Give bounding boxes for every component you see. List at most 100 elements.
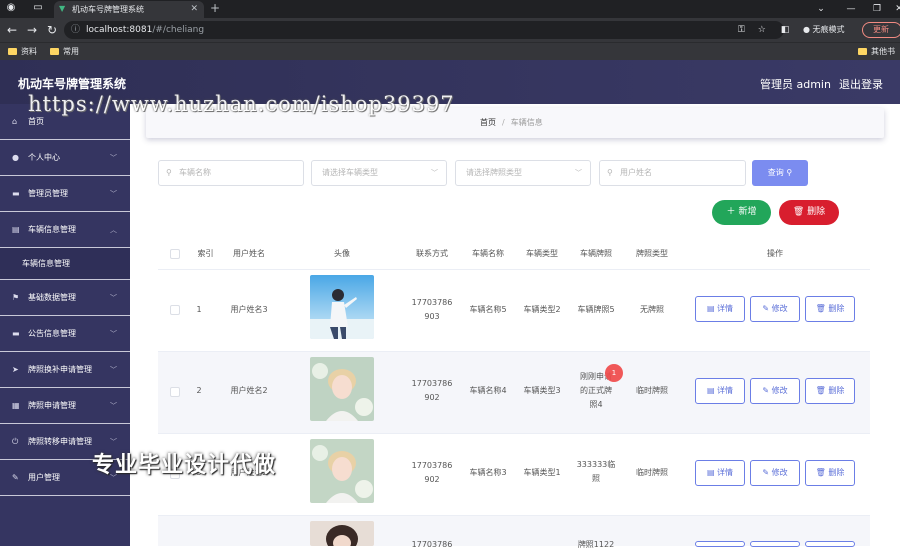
plus-icon: ＋ — [726, 207, 736, 217]
browser-tab-title: 机动车号牌管理系统 — [72, 5, 144, 14]
vehicle-name-search-input[interactable]: ⚲ 车辆名称 — [158, 160, 304, 186]
sidebar-item-label: 基础数据管理 — [28, 293, 76, 302]
chat-icon: ▤ — [12, 225, 20, 234]
detail-button[interactable]: ▤ 详情 — [695, 296, 745, 322]
plate-type-select[interactable]: 请选择牌照类型 ﹀ — [455, 160, 591, 186]
pen-icon: ✎ — [12, 473, 19, 482]
row-checkbox[interactable] — [170, 305, 180, 315]
reload-icon[interactable]: ↻ — [44, 22, 60, 38]
new-tab-icon[interactable]: + — [210, 0, 220, 17]
cell-plate: 车辆牌照5 — [577, 305, 615, 314]
row-checkbox[interactable] — [170, 387, 180, 397]
trash-icon: 🗑 — [792, 207, 805, 217]
cell-vehicle-type: 车辆类型1 — [523, 468, 561, 477]
edit-button[interactable]: ✎ 修改 — [750, 378, 800, 404]
tab-close-icon[interactable]: ✕ — [190, 1, 198, 18]
browser-toolbar: ← → ↻ ⓘ localhost:8081/#/cheliang ⚿ ☆ ◧ … — [0, 18, 900, 42]
cell-plate-type: 临时牌照 — [636, 386, 668, 395]
sidebar-item-plate-replace[interactable]: ➤ 牌照换补申请管理 ﹀ — [0, 352, 130, 388]
vehicle-type-select[interactable]: 请选择车辆类型 ﹀ — [311, 160, 447, 186]
address-bar[interactable]: ⓘ localhost:8081/#/cheliang — [64, 21, 784, 39]
bookmark-folder-ziliao[interactable]: 资料 — [8, 43, 37, 60]
sidebar-item-vehicles[interactable]: ▤ 车辆信息管理 ︿ — [0, 212, 130, 248]
click-indicator: 1 — [605, 364, 623, 382]
send-icon: ➤ — [12, 365, 19, 374]
browser-tab[interactable]: ▼ 机动车号牌管理系统 ✕ — [54, 1, 204, 18]
avatar-image — [310, 439, 374, 503]
query-button[interactable]: 查询 ⚲ — [752, 160, 808, 186]
sidebar-item-label: 牌照换补申请管理 — [28, 365, 92, 374]
sidebar-item-announcements[interactable]: ▬ 公告信息管理 ﹀ — [0, 316, 130, 352]
sidebar-item-profile[interactable]: ● 个人中心 ﹀ — [0, 140, 130, 176]
key-icon[interactable]: ⚿ — [738, 25, 745, 35]
table-row: 1 用户姓名3 17703786 903 车辆名称5 车辆类型2 车辆牌照5 无… — [158, 270, 870, 352]
edit-button[interactable]: ✎ 修改 — [750, 296, 800, 322]
breadcrumb-separator: / — [502, 118, 505, 127]
sidebar-item-label: 个人中心 — [28, 153, 60, 162]
delete-button[interactable]: 🗑 删除 — [805, 296, 855, 322]
back-icon[interactable]: ← — [4, 22, 20, 38]
detail-label: 详情 — [717, 468, 734, 477]
th-avatar: 头像 — [334, 249, 350, 258]
forward-icon[interactable]: → — [24, 22, 40, 38]
logout-link[interactable]: 退出登录 — [839, 76, 883, 92]
cell-plate-type: 无牌照 — [640, 305, 664, 314]
chevron-down-icon: ﹀ — [110, 294, 117, 302]
avatar — [310, 439, 374, 503]
detail-button[interactable] — [695, 541, 745, 547]
edit-button[interactable]: ✎ 修改 — [750, 460, 800, 486]
user-name-search-input[interactable]: ⚲ 用户姓名 — [599, 160, 746, 186]
url-path: /#/cheliang — [152, 25, 205, 35]
chevron-down-icon: ﹀ — [431, 169, 438, 177]
cell-phone: 17703786 902 — [406, 459, 458, 487]
delete-label: 删除 — [828, 304, 845, 313]
select-all-checkbox[interactable] — [170, 249, 180, 259]
site-info-icon[interactable]: ⓘ — [71, 21, 80, 39]
sidebar-item-label: 牌照申请管理 — [28, 401, 76, 410]
vehicle-name-placeholder: 车辆名称 — [179, 168, 211, 177]
add-button[interactable]: ＋ 新增 — [712, 200, 771, 225]
detail-button[interactable]: ▤ 详情 — [695, 378, 745, 404]
sidebar-item-basic-data[interactable]: ⚑ 基础数据管理 ﹀ — [0, 280, 130, 316]
sidepanel-icon[interactable]: ◧ — [781, 25, 790, 35]
chevron-up-icon: ︿ — [110, 226, 117, 234]
app-title: 机动车号牌管理系统 — [18, 77, 127, 91]
delete-button[interactable]: 🗑 删除 — [805, 460, 855, 486]
tab-search-icon[interactable]: ▭ — [32, 2, 44, 14]
table-row: 17703786 牌照1122 — [158, 516, 870, 549]
cell-phone: 17703786 — [411, 540, 453, 549]
chevron-down-icon: ﹀ — [575, 169, 582, 177]
edit-label: 修改 — [771, 304, 788, 313]
detail-button[interactable]: ▤ 详情 — [695, 460, 745, 486]
chevron-down-icon[interactable]: ⌄ — [806, 0, 836, 18]
incognito-indicator[interactable]: ● 无痕模式 — [803, 21, 845, 39]
sidebar-item-admins[interactable]: ▬ 管理员管理 ﹀ — [0, 176, 130, 212]
chevron-down-icon: ﹀ — [110, 366, 117, 374]
sidebar-subitem-vehicle-info[interactable]: 车辆信息管理 — [0, 248, 130, 280]
delete-button[interactable] — [805, 541, 855, 547]
delete-button[interactable]: 🗑 删除 — [805, 378, 855, 404]
query-label: 查询 — [767, 168, 784, 177]
close-window-icon[interactable]: ✕ — [884, 0, 900, 18]
edit-icon: ✎ — [762, 304, 770, 313]
browser-tab-strip: ◉ ▭ ▼ 机动车号牌管理系统 ✕ + ⌄ — ❐ ✕ — [0, 0, 900, 18]
sidebar-item-plate-apply[interactable]: ▦ 牌照申请管理 ﹀ — [0, 388, 130, 424]
breadcrumb-home[interactable]: 首页 — [480, 118, 496, 127]
th-index: 索引 — [197, 249, 214, 258]
search-icon: ⚲ — [607, 168, 613, 177]
star-icon[interactable]: ☆ — [758, 25, 766, 35]
chevron-down-icon: ﹀ — [110, 330, 117, 338]
bookmark-folder-changyong[interactable]: 常用 — [50, 43, 79, 60]
table-header: 索引 用户姓名 头像 联系方式 车辆名称 车辆类型 车辆牌照 牌照类型 操作 — [158, 238, 870, 270]
monitor-icon: ▬ — [12, 189, 20, 198]
cell-plate: 牌照1122 — [577, 540, 615, 549]
chrome-menu-icon[interactable]: ◉ — [5, 2, 17, 14]
cell-phone-line: 902 — [424, 393, 440, 402]
edit-button[interactable] — [750, 541, 800, 547]
monitor-icon: ▬ — [12, 329, 20, 338]
table-row: 2 用户姓名2 17703786 902 车辆名称4 车辆类型3 刚刚申请 的正… — [158, 352, 870, 434]
chevron-down-icon: ﹀ — [110, 402, 117, 410]
update-button[interactable]: 更新 — [862, 22, 900, 38]
batch-delete-button[interactable]: 🗑 删除 — [779, 200, 839, 225]
detail-label: 详情 — [717, 386, 734, 395]
